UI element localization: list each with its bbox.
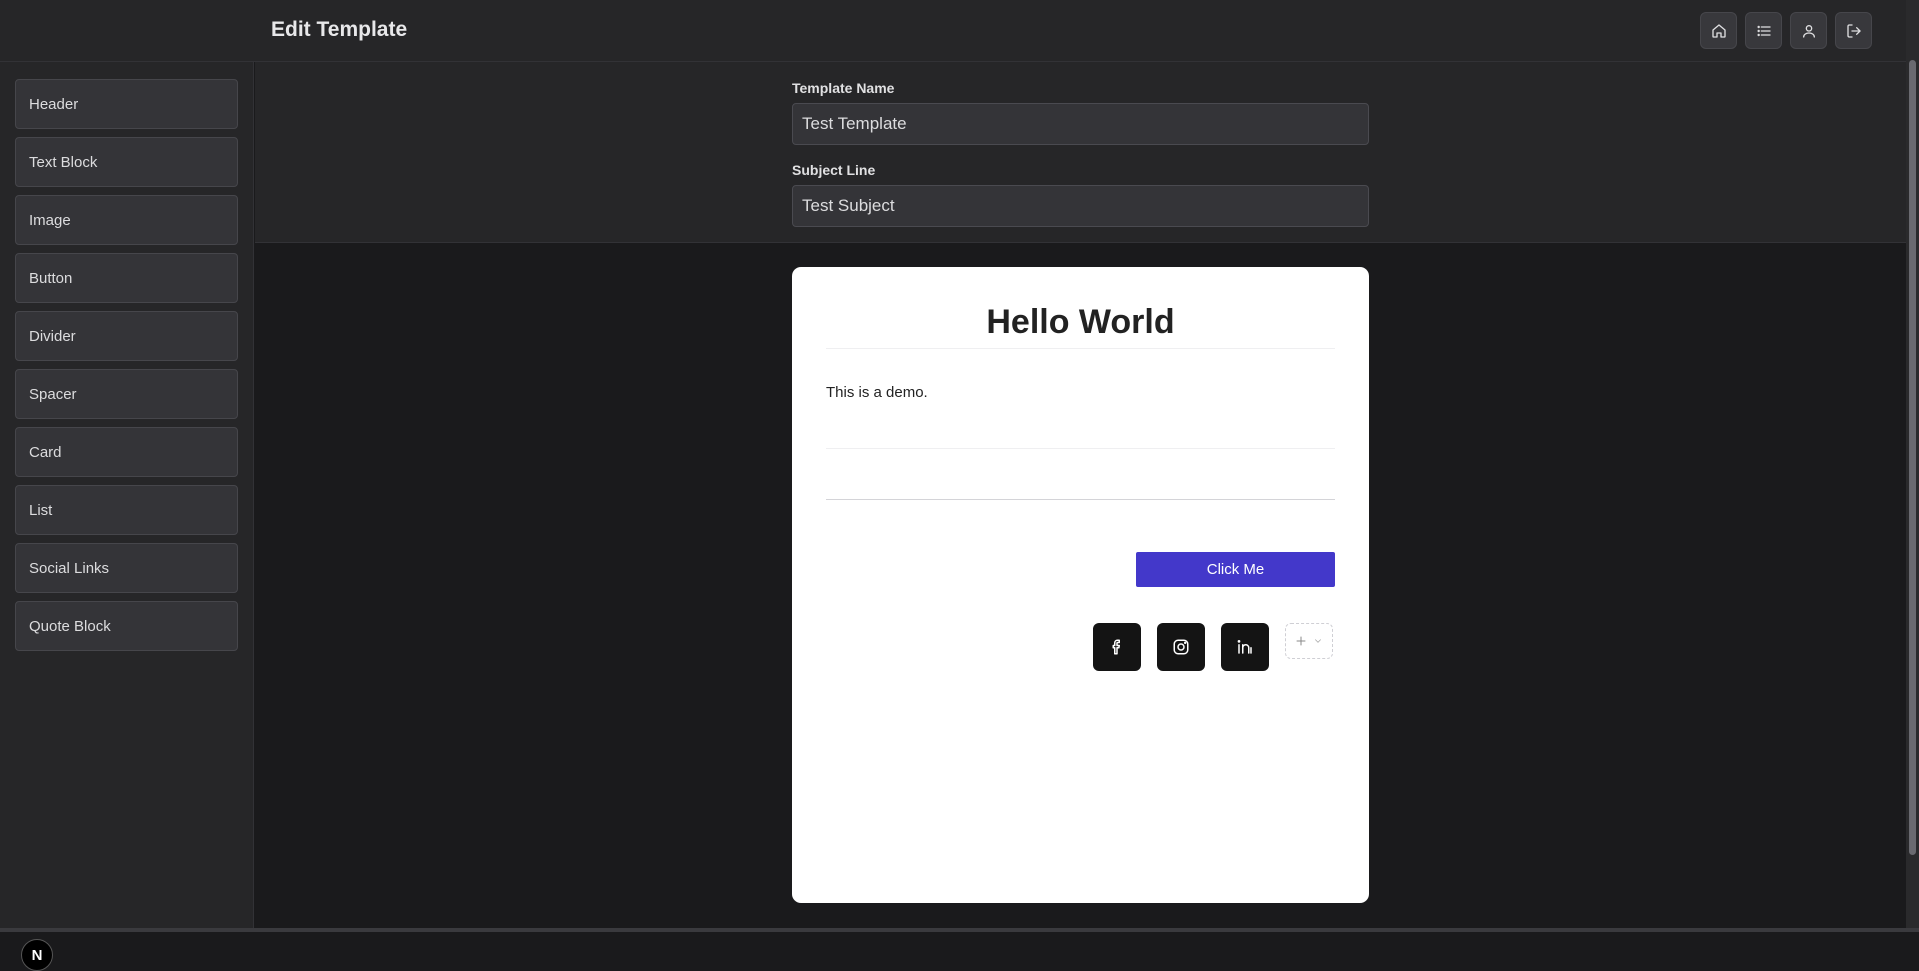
- home-icon: [1711, 23, 1726, 38]
- block-item-card[interactable]: Card: [15, 427, 238, 477]
- bottom-edge: [0, 928, 1919, 932]
- block-item-spacer[interactable]: Spacer: [15, 369, 238, 419]
- email-social-links-block: [1093, 623, 1333, 671]
- block-item-quote-block[interactable]: Quote Block: [15, 601, 238, 651]
- social-link-facebook[interactable]: [1093, 623, 1141, 671]
- template-name-label: Template Name: [792, 80, 895, 96]
- page-title: Edit Template: [271, 18, 408, 41]
- social-link-linkedin[interactable]: [1221, 623, 1269, 671]
- user-icon: [1802, 24, 1815, 38]
- profile-button[interactable]: [1790, 12, 1827, 49]
- subject-line-input[interactable]: [792, 185, 1369, 227]
- editor-canvas-area: Hello World This is a demo. Click Me: [255, 243, 1906, 928]
- subject-line-label: Subject Line: [792, 162, 876, 178]
- template-name-input[interactable]: [792, 103, 1369, 145]
- linkedin-icon: [1237, 640, 1252, 654]
- scrollbar-thumb[interactable]: [1909, 60, 1916, 855]
- template-settings-panel: Template Name Subject Line: [255, 62, 1906, 243]
- top-bar: Edit Template: [0, 0, 1906, 62]
- block-list: Header Text Block Image Button Divider S…: [15, 79, 238, 651]
- block-sidebar: Header Text Block Image Button Divider S…: [0, 62, 254, 971]
- email-text-content: This is a demo.: [826, 384, 928, 401]
- page-scrollbar[interactable]: [1906, 0, 1919, 928]
- block-item-button[interactable]: Button: [15, 253, 238, 303]
- home-button[interactable]: [1700, 12, 1737, 49]
- block-item-text-block[interactable]: Text Block: [15, 137, 238, 187]
- facebook-icon: [1112, 639, 1120, 655]
- templates-list-button[interactable]: [1745, 12, 1782, 49]
- social-link-instagram[interactable]: [1157, 623, 1205, 671]
- email-button-block[interactable]: Click Me: [1136, 552, 1335, 587]
- template-name-group: Template Name: [792, 80, 1369, 145]
- add-social-link-button[interactable]: [1285, 623, 1333, 659]
- block-item-divider[interactable]: Divider: [15, 311, 238, 361]
- email-canvas[interactable]: Hello World This is a demo. Click Me: [792, 267, 1369, 903]
- email-header-block[interactable]: Hello World: [826, 293, 1335, 349]
- logout-icon: [1846, 23, 1861, 38]
- block-item-list[interactable]: List: [15, 485, 238, 535]
- block-item-image[interactable]: Image: [15, 195, 238, 245]
- logout-button[interactable]: [1835, 12, 1872, 49]
- chevron-down-icon: [1315, 639, 1321, 643]
- plus-icon: [1296, 636, 1306, 646]
- block-item-social-links[interactable]: Social Links: [15, 543, 238, 593]
- subject-line-group: Subject Line: [792, 162, 1369, 227]
- dev-tools-badge[interactable]: N: [21, 939, 53, 971]
- instagram-icon: [1173, 639, 1189, 655]
- email-divider-block[interactable]: [826, 499, 1335, 500]
- list-icon: [1756, 25, 1771, 36]
- email-text-block[interactable]: This is a demo.: [826, 363, 1335, 449]
- top-actions: [1700, 12, 1872, 49]
- block-item-header[interactable]: Header: [15, 79, 238, 129]
